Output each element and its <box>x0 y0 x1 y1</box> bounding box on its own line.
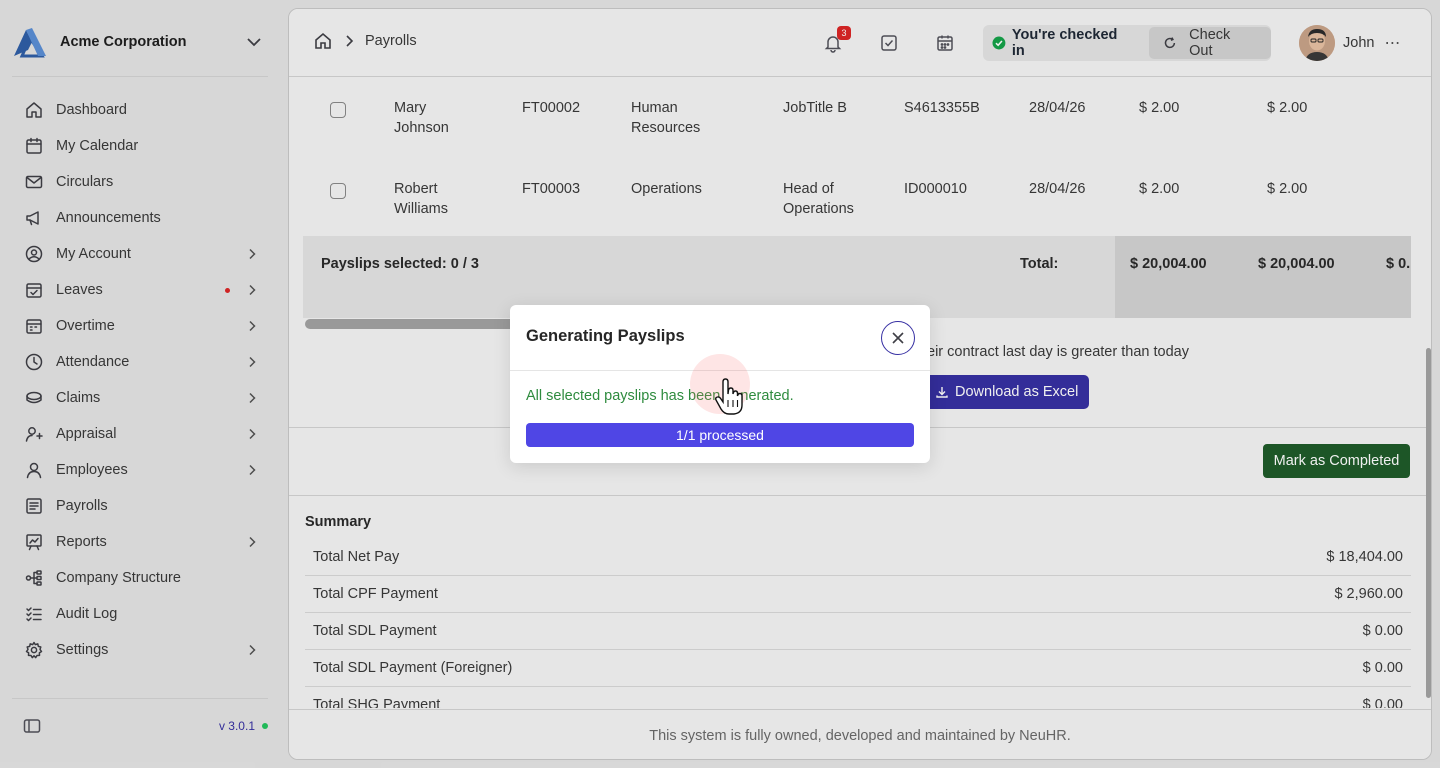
hand-cursor-icon <box>715 378 743 415</box>
progress-bar: 1/1 processed <box>526 423 914 447</box>
dialog-title: Generating Payslips <box>526 327 685 345</box>
close-icon <box>892 332 904 344</box>
close-button[interactable] <box>881 321 915 355</box>
dialog-message: All selected payslips has been generated… <box>526 388 794 404</box>
progress-label: 1/1 processed <box>676 427 764 443</box>
